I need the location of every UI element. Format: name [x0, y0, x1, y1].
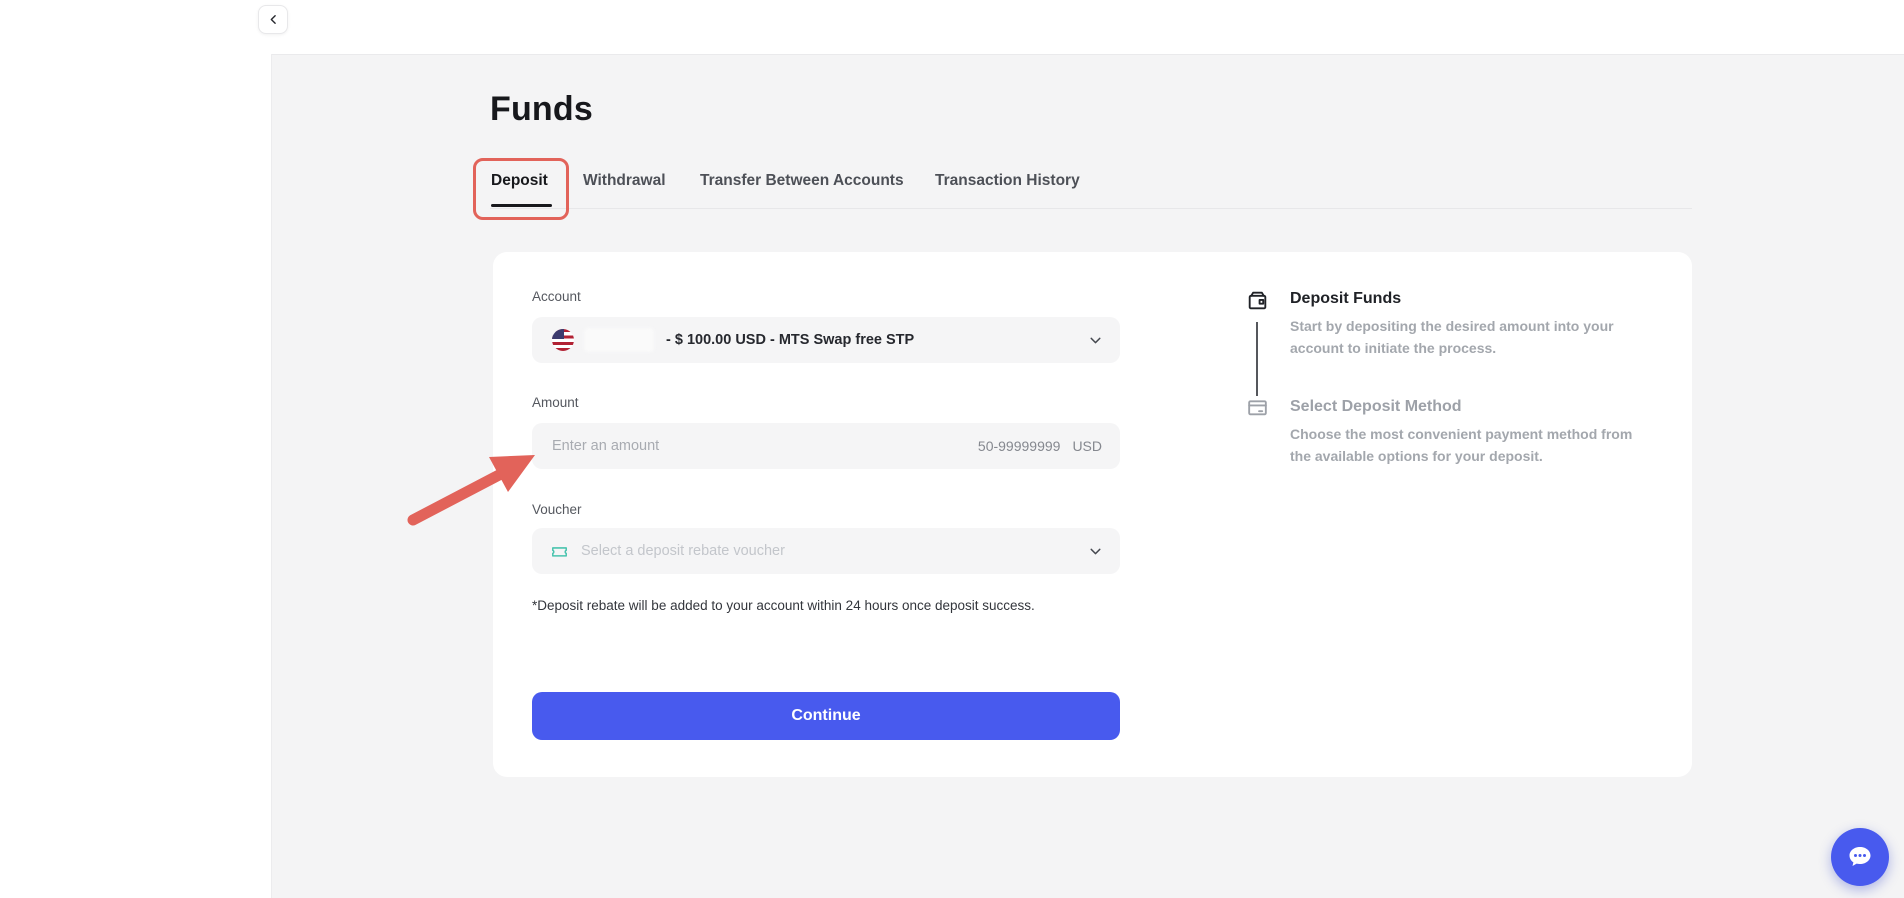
topbar-divider-line [272, 54, 1904, 55]
chat-bubble-icon [1845, 843, 1875, 871]
continue-button[interactable]: Continue [532, 692, 1120, 740]
tab-withdrawal[interactable]: Withdrawal [583, 172, 666, 190]
page-title: Funds [490, 90, 593, 129]
account-number-redacted [584, 328, 654, 352]
us-flag-icon [552, 329, 574, 351]
app-window: PUPRIME Deposit Download [0, 0, 1904, 898]
deposit-rebate-note: *Deposit rebate will be added to your ac… [532, 598, 1035, 613]
voucher-select-placeholder: Select a deposit rebate voucher [581, 543, 785, 559]
amount-input[interactable] [532, 423, 1120, 469]
step-select-method-description: Choose the most convenient payment metho… [1290, 424, 1642, 467]
live-chat-button[interactable] [1831, 828, 1889, 886]
account-select-value: - $ 100.00 USD - MTS Swap free STP [666, 332, 914, 348]
amount-label: Amount [532, 395, 579, 410]
wallet-icon [1245, 288, 1270, 313]
chevron-down-icon [1087, 332, 1104, 349]
step-deposit-funds-title: Deposit Funds [1290, 290, 1401, 308]
credit-card-icon [1245, 395, 1270, 420]
tab-transfer-between-accounts[interactable]: Transfer Between Accounts [700, 172, 904, 190]
chevron-left-icon [267, 13, 280, 26]
red-annotation-box [473, 158, 569, 220]
tabs-divider [490, 208, 1692, 209]
steps-connector-line [1256, 322, 1258, 396]
account-select[interactable]: - $ 100.00 USD - MTS Swap free STP [532, 317, 1120, 363]
voucher-label: Voucher [532, 502, 582, 517]
step-deposit-funds-description: Start by depositing the desired amount i… [1290, 316, 1642, 359]
deposit-form-card: Account - $ 100.00 USD - MTS Swap free S… [493, 252, 1692, 777]
step-select-method-title: Select Deposit Method [1290, 398, 1462, 416]
ticket-icon [550, 542, 569, 561]
tab-transaction-history[interactable]: Transaction History [935, 172, 1080, 190]
chevron-down-icon [1087, 543, 1104, 560]
us-flag-canton [552, 329, 564, 339]
sidebar [0, 0, 272, 898]
sidebar-collapse-button[interactable] [258, 5, 288, 34]
account-label: Account [532, 289, 581, 304]
voucher-select[interactable]: Select a deposit rebate voucher [532, 528, 1120, 574]
